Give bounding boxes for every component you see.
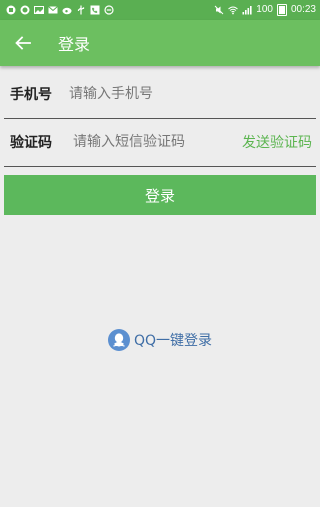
- app-toolbar: 登录: [0, 20, 320, 66]
- qq-login-label: QQ一键登录: [133, 333, 213, 349]
- battery-icon: [276, 4, 287, 16]
- mail-notification-icon: [48, 5, 58, 15]
- sms-code-input[interactable]: [73, 127, 228, 157]
- status-time: 00:23: [290, 4, 316, 15]
- back-button[interactable]: [0, 20, 46, 66]
- phone-row: 手机号: [0, 70, 320, 118]
- mute-icon: [214, 5, 224, 15]
- phone-label: 手机号: [10, 87, 52, 103]
- signal-icon: [242, 5, 252, 15]
- login-button[interactable]: 登录: [4, 175, 316, 215]
- wifi-icon: [228, 5, 239, 15]
- code-label: 验证码: [10, 135, 52, 151]
- usb-icon: [76, 5, 86, 15]
- status-bar: 100 00:23: [0, 0, 320, 20]
- gear-notification-icon: [20, 5, 30, 15]
- code-row: 验证码 发送验证码: [0, 118, 320, 166]
- weibo-notification-icon: [62, 5, 72, 15]
- page-title: 登录: [58, 35, 91, 54]
- code-divider: [4, 166, 316, 167]
- image-notification-icon: [34, 5, 44, 15]
- qq-login-link[interactable]: QQ一键登录: [0, 328, 320, 352]
- notification-circle-icon: [6, 5, 16, 15]
- qq-penguin-icon: [107, 329, 130, 351]
- status-bar-notifications: [6, 5, 114, 15]
- phone-notification-icon: [90, 5, 100, 15]
- send-code-button[interactable]: 发送验证码: [242, 132, 320, 152]
- phone-input[interactable]: [69, 79, 299, 109]
- battery-level: 100: [256, 4, 273, 15]
- arrow-left-icon: [15, 36, 31, 50]
- minus-circle-icon: [104, 5, 114, 15]
- status-bar-system: 100 00:23: [214, 4, 316, 16]
